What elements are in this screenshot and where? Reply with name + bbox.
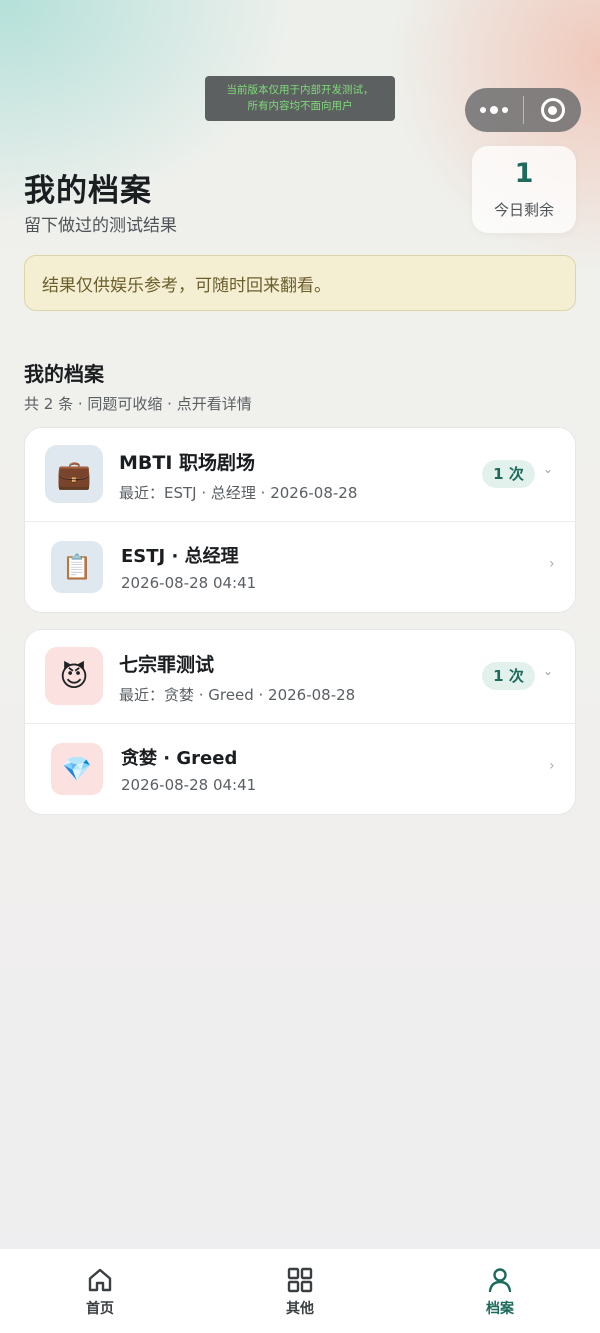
devil-icon: 😈 [45,647,103,705]
gem-icon: 💎 [51,743,103,795]
tab-other-label: 其他 [286,1301,314,1317]
remaining-today-card: 1 今日剩余 [472,146,576,233]
home-icon [88,1268,112,1292]
more-dot-icon [502,107,508,113]
grid-icon [287,1267,313,1293]
group-header[interactable]: 😈 七宗罪测试 最近：贪婪 · Greed · 2026-08-28 1 次 ⌄ [25,630,575,723]
close-program-button[interactable] [524,88,581,132]
disclaimer-notice: 结果仅供娱乐参考，可随时回来翻看。 [24,255,576,311]
section-title: 我的档案 [24,362,104,386]
target-circle-icon [540,98,565,122]
count-badge: 1 次 [482,662,535,690]
record-time: 2026-08-28 04:41 [121,574,257,592]
section-summary: 共 2 条 · 同题可收缩 · 点开看详情 [24,395,252,413]
chevron-right-icon: › [549,556,555,572]
tab-other[interactable]: 其他 [200,1249,400,1333]
page-subtitle: 留下做过的测试结果 [24,216,177,236]
tab-profile-label: 档案 [486,1301,514,1317]
record-title: ESTJ · 总经理 [121,546,239,567]
group-title: 七宗罪测试 [119,654,215,676]
count-badge: 1 次 [482,460,535,488]
chevron-right-icon: › [549,758,555,774]
chevron-down-icon[interactable]: ⌄ [543,664,553,678]
remaining-count: 1 [514,158,534,189]
remaining-label: 今日剩余 [493,201,554,219]
notice-text: 结果仅供娱乐参考，可随时回来翻看。 [42,275,331,296]
record-row[interactable]: 💎 贪婪 · Greed 2026-08-28 04:41 › [25,724,575,814]
mini-program-capsule [465,88,581,132]
tab-home[interactable]: 首页 [0,1249,200,1333]
group-title: MBTI 职场剧场 [119,452,256,474]
test-group-card: 😈 七宗罪测试 最近：贪婪 · Greed · 2026-08-28 1 次 ⌄… [24,629,576,815]
tab-home-label: 首页 [86,1301,114,1317]
group-header[interactable]: 💼 MBTI 职场剧场 最近：ESTJ · 总经理 · 2026-08-28 1… [25,428,575,521]
more-dot-icon [480,107,486,113]
more-options-button[interactable] [465,88,523,132]
dev-banner-line2: 所有内容均不面向用户 [247,100,353,112]
clipboard-icon: 📋 [51,541,103,593]
record-title: 贪婪 · Greed [121,748,238,769]
group-recent: 最近：贪婪 · Greed · 2026-08-28 [119,686,356,704]
dev-banner-line1: 当前版本仅用于内部开发测试， [226,84,374,96]
tab-profile[interactable]: 档案 [400,1249,600,1333]
record-row[interactable]: 📋 ESTJ · 总经理 2026-08-28 04:41 › [25,522,575,612]
group-recent: 最近：ESTJ · 总经理 · 2026-08-28 [119,484,358,502]
page-title: 我的档案 [24,173,152,209]
briefcase-icon: 💼 [45,445,103,503]
dev-test-banner: 当前版本仅用于内部开发测试， 所有内容均不面向用户 [205,76,395,121]
bottom-tab-bar: 首页 其他 档案 [0,1248,600,1333]
user-icon [488,1268,512,1293]
chevron-down-icon[interactable]: ⌄ [543,462,553,476]
more-dot-icon [490,106,498,114]
record-time: 2026-08-28 04:41 [121,776,257,794]
test-group-card: 💼 MBTI 职场剧场 最近：ESTJ · 总经理 · 2026-08-28 1… [24,427,576,613]
